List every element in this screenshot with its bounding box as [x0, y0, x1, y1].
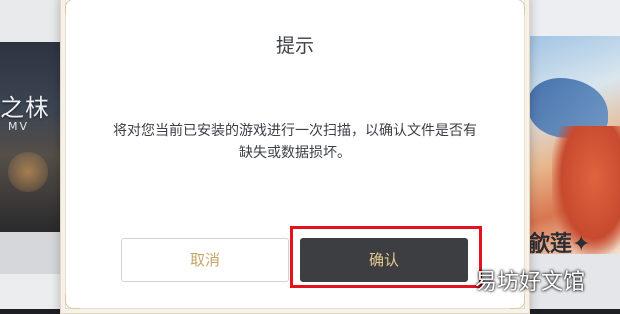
game-banner-right [522, 36, 620, 256]
banner-left-title: 之枺 [0, 94, 50, 122]
dialog-corner-ornament [510, 0, 525, 14]
dialog-message: 将对您当前已安装的游戏进行一次扫描，以确认文件是否有缺失或数据损坏。 [113, 123, 477, 161]
banner-left-subtitle: MV [8, 120, 30, 133]
dialog-corner-ornament [65, 0, 80, 14]
dialog-corner-ornament [65, 294, 80, 309]
background-right-panel: 歈莲✦ [522, 0, 620, 309]
dialog-corner-ornament [510, 294, 525, 309]
cancel-button[interactable]: 取消 [121, 238, 289, 282]
banner-glow [8, 152, 48, 192]
confirm-highlight-box [290, 226, 482, 288]
watermark: 易坊好文馆 [475, 270, 586, 295]
dialog-title: 提示 [275, 35, 314, 57]
